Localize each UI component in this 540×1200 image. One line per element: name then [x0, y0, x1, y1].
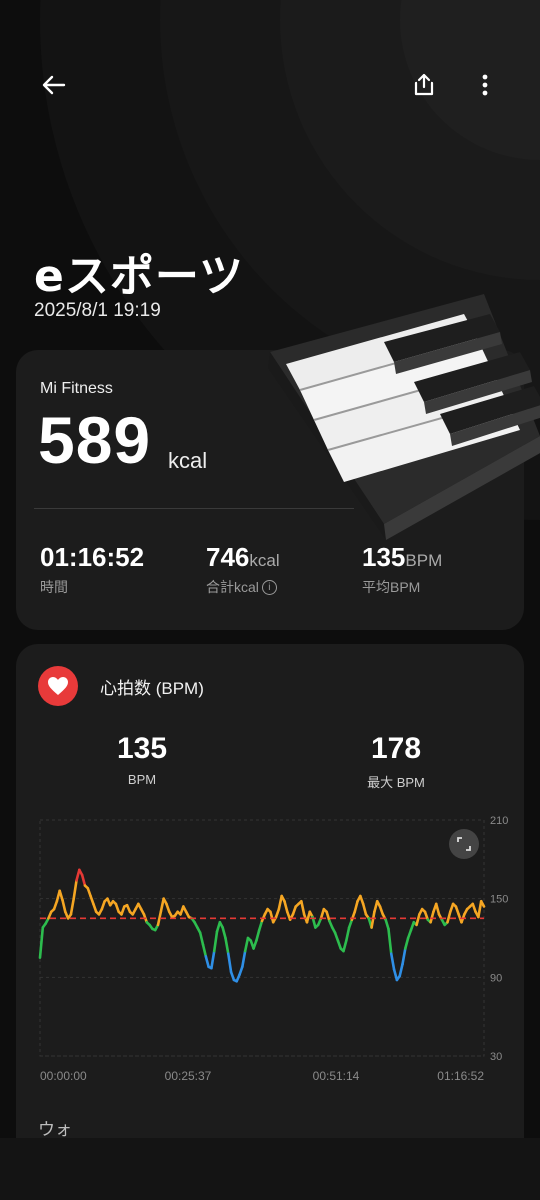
stat-value: 135	[362, 542, 406, 572]
hr-series-segment	[415, 913, 421, 927]
hr-series-segment	[401, 947, 407, 966]
hr-series-segment	[255, 928, 261, 942]
stat-total-kcal: 746kcal 合計kcal i	[206, 542, 280, 597]
hr-series-segment	[325, 910, 331, 923]
hr-series-segment	[300, 899, 306, 916]
x-tick-label: 01:16:52	[437, 1069, 484, 1083]
hr-series-segment	[159, 897, 165, 914]
x-tick-label: 00:00:00	[40, 1069, 87, 1083]
y-tick-label: 210	[490, 815, 508, 827]
hr-series-segment	[387, 927, 393, 956]
hr-series-segment	[204, 955, 210, 969]
y-tick-label: 90	[490, 972, 502, 984]
max-bpm-label: 最大 BPM	[367, 775, 425, 790]
hr-series-segment	[345, 926, 351, 942]
y-tick-label: 30	[490, 1051, 502, 1063]
more-vertical-icon	[482, 74, 488, 96]
hr-series-segment	[384, 918, 390, 931]
stat-label: 合計kcal	[206, 579, 259, 595]
stat-label: 時間	[40, 579, 68, 595]
max-bpm-value: 178	[370, 732, 422, 765]
hr-series-segment	[389, 952, 396, 971]
x-tick-label: 00:51:14	[313, 1069, 360, 1083]
piano-illustration	[268, 294, 540, 540]
stat-value: 01:16:52	[40, 542, 145, 572]
stat-avg-bpm: 135BPM 平均BPM	[362, 542, 442, 597]
heart-icon	[48, 677, 68, 695]
hr-series-segment	[434, 902, 441, 916]
hr-series-segment	[429, 910, 435, 924]
calories-value: 589	[38, 403, 152, 477]
hr-series-segment	[226, 952, 233, 974]
hr-series-segment	[241, 949, 247, 969]
top-bar	[0, 60, 540, 110]
expand-icon	[449, 829, 479, 859]
arrow-left-icon	[42, 75, 66, 95]
bottom-bar	[0, 1138, 540, 1200]
activity-title: eスポーツ	[34, 251, 244, 302]
hr-series-segment	[69, 897, 76, 916]
hr-series-segment	[38, 926, 45, 959]
heart-icon-badge	[38, 666, 78, 706]
hr-series-segment	[353, 899, 359, 914]
hr-series-segment	[342, 939, 348, 953]
hr-series-segment	[477, 899, 483, 919]
section-peek-label: ウォ	[38, 1120, 72, 1139]
hr-series-segment	[224, 936, 230, 956]
stat-unit: BPM	[405, 551, 443, 570]
heart-rate-header: 心拍数 (BPM)	[38, 666, 204, 706]
hr-series-segment	[243, 936, 250, 953]
heart-rate-chart: 210 150 90 30 00:00:00 00:25:37 00:51:14 01:16:…	[38, 815, 508, 1083]
back-button[interactable]	[32, 63, 76, 107]
hr-series-segment	[61, 898, 67, 914]
x-tick-label: 00:25:37	[165, 1069, 212, 1083]
more-button[interactable]	[463, 63, 507, 107]
expand-chart-button[interactable]	[449, 829, 479, 859]
hr-series-segment	[361, 902, 368, 916]
stat-duration: 01:16:52 時間	[40, 542, 144, 597]
chart-frame	[39, 819, 485, 1057]
stat-value: 746	[206, 542, 250, 572]
stat-label: 平均BPM	[362, 579, 421, 595]
hr-series-segment	[72, 879, 78, 900]
hr-series-segment	[80, 873, 87, 887]
hr-series-segment	[198, 931, 205, 946]
y-tick-label: 150	[490, 894, 508, 906]
share-button[interactable]	[402, 63, 446, 107]
hr-series-segment	[370, 910, 376, 929]
calories-unit: kcal	[168, 448, 208, 473]
avg-bpm-label: BPM	[127, 772, 157, 787]
hr-series-segment	[221, 926, 227, 940]
hr-series-segment	[201, 943, 208, 958]
avg-bpm-value: 135	[116, 732, 168, 765]
stat-label-row: 合計kcal i	[206, 577, 280, 597]
hr-series-segment	[404, 936, 410, 950]
hr-series-segment	[398, 962, 404, 978]
hr-series-segment	[257, 919, 264, 932]
hr-series-segment	[446, 910, 452, 924]
stat-unit: kcal	[249, 551, 280, 570]
hr-series-segment	[277, 894, 283, 911]
heart-rate-title: 心拍数 (BPM)	[100, 678, 204, 698]
share-icon	[414, 73, 434, 96]
hr-series-segment	[283, 899, 289, 914]
hr-series-segment	[210, 949, 216, 970]
info-icon[interactable]: i	[261, 579, 277, 595]
activity-datetime: 2025/8/1 19:19	[34, 300, 161, 321]
hr-series-segment	[212, 930, 219, 953]
data-source: Mi Fitness	[40, 380, 113, 397]
